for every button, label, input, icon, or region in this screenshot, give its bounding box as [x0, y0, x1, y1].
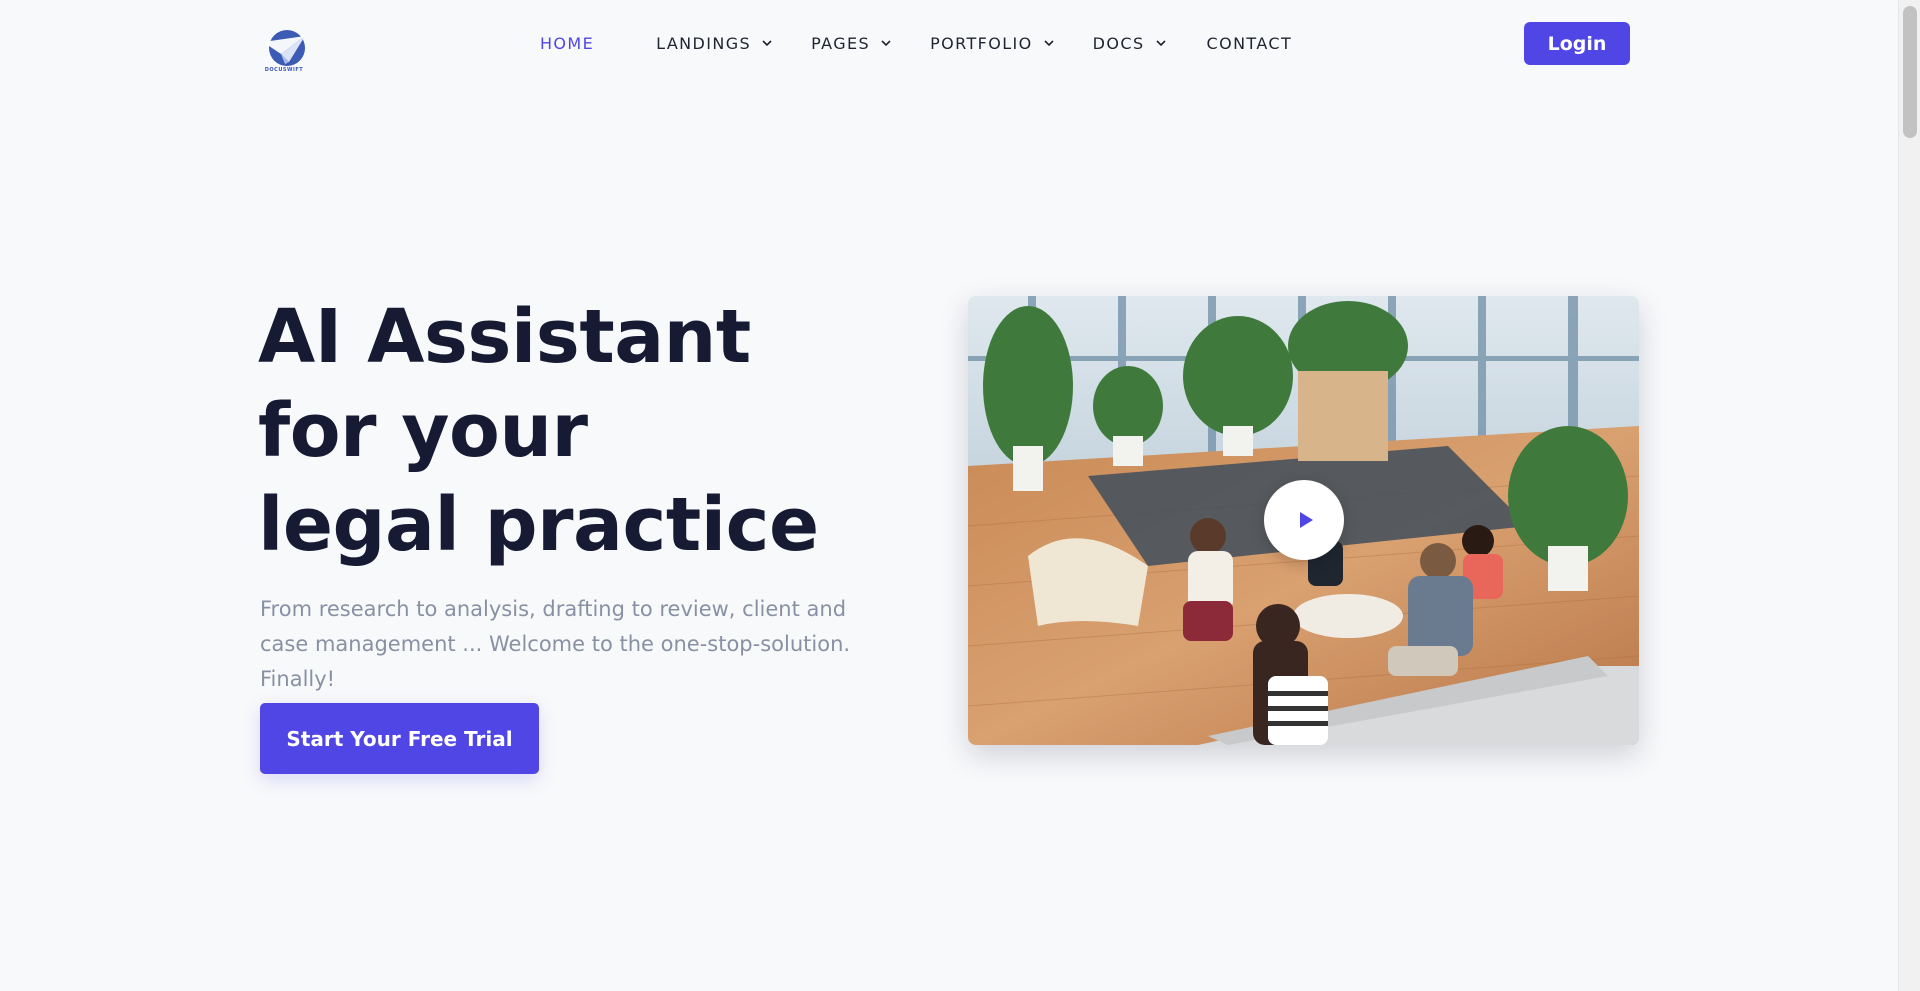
- paper-plane-logo-icon: [263, 30, 305, 66]
- nav-home[interactable]: HOME: [540, 34, 594, 53]
- nav-landings[interactable]: LANDINGS: [656, 34, 773, 53]
- hero-video[interactable]: [968, 296, 1639, 745]
- chevron-down-icon: [1155, 40, 1166, 47]
- nav-home-label: HOME: [540, 33, 595, 53]
- logo[interactable]: DOCUSWIFT: [260, 28, 308, 76]
- nav-contact[interactable]: CONTACT: [1207, 34, 1293, 53]
- site-header: DOCUSWIFT HOME LANDINGS PAGES PORTFOLIO …: [0, 0, 1898, 86]
- page-scrollbar[interactable]: [1898, 0, 1920, 991]
- hero-subtitle: From research to analysis, drafting to r…: [260, 597, 851, 691]
- main-nav: HOME LANDINGS PAGES PORTFOLIO DOCS CONTA…: [540, 30, 1292, 56]
- logo-wordmark: DOCUSWIFT: [264, 67, 304, 73]
- nav-portfolio[interactable]: PORTFOLIO: [930, 34, 1055, 53]
- nav-pages[interactable]: PAGES: [811, 34, 892, 53]
- play-video-button[interactable]: [1264, 480, 1344, 560]
- hero-title-line-3: legal practice: [258, 482, 819, 568]
- chevron-down-icon: [762, 40, 772, 47]
- hero-title: AI Assistant for your legal practice: [258, 290, 819, 572]
- start-free-trial-button[interactable]: Start Your Free Trial: [260, 703, 539, 774]
- login-button[interactable]: Login: [1524, 22, 1630, 65]
- hero-title-line-2: for your: [258, 388, 588, 474]
- nav-portfolio-label: PORTFOLIO: [930, 33, 1033, 53]
- nav-landings-label: LANDINGS: [656, 33, 752, 53]
- nav-docs-label: DOCS: [1092, 33, 1145, 53]
- scrollbar-thumb[interactable]: [1903, 6, 1917, 138]
- nav-docs[interactable]: DOCS: [1093, 34, 1167, 53]
- hero-title-line-1: AI Assistant: [258, 294, 751, 380]
- chevron-down-icon: [881, 40, 891, 47]
- nav-contact-label: CONTACT: [1206, 33, 1293, 53]
- nav-pages-label: PAGES: [811, 33, 871, 53]
- chevron-down-icon: [1044, 40, 1054, 47]
- play-icon: [1300, 512, 1313, 528]
